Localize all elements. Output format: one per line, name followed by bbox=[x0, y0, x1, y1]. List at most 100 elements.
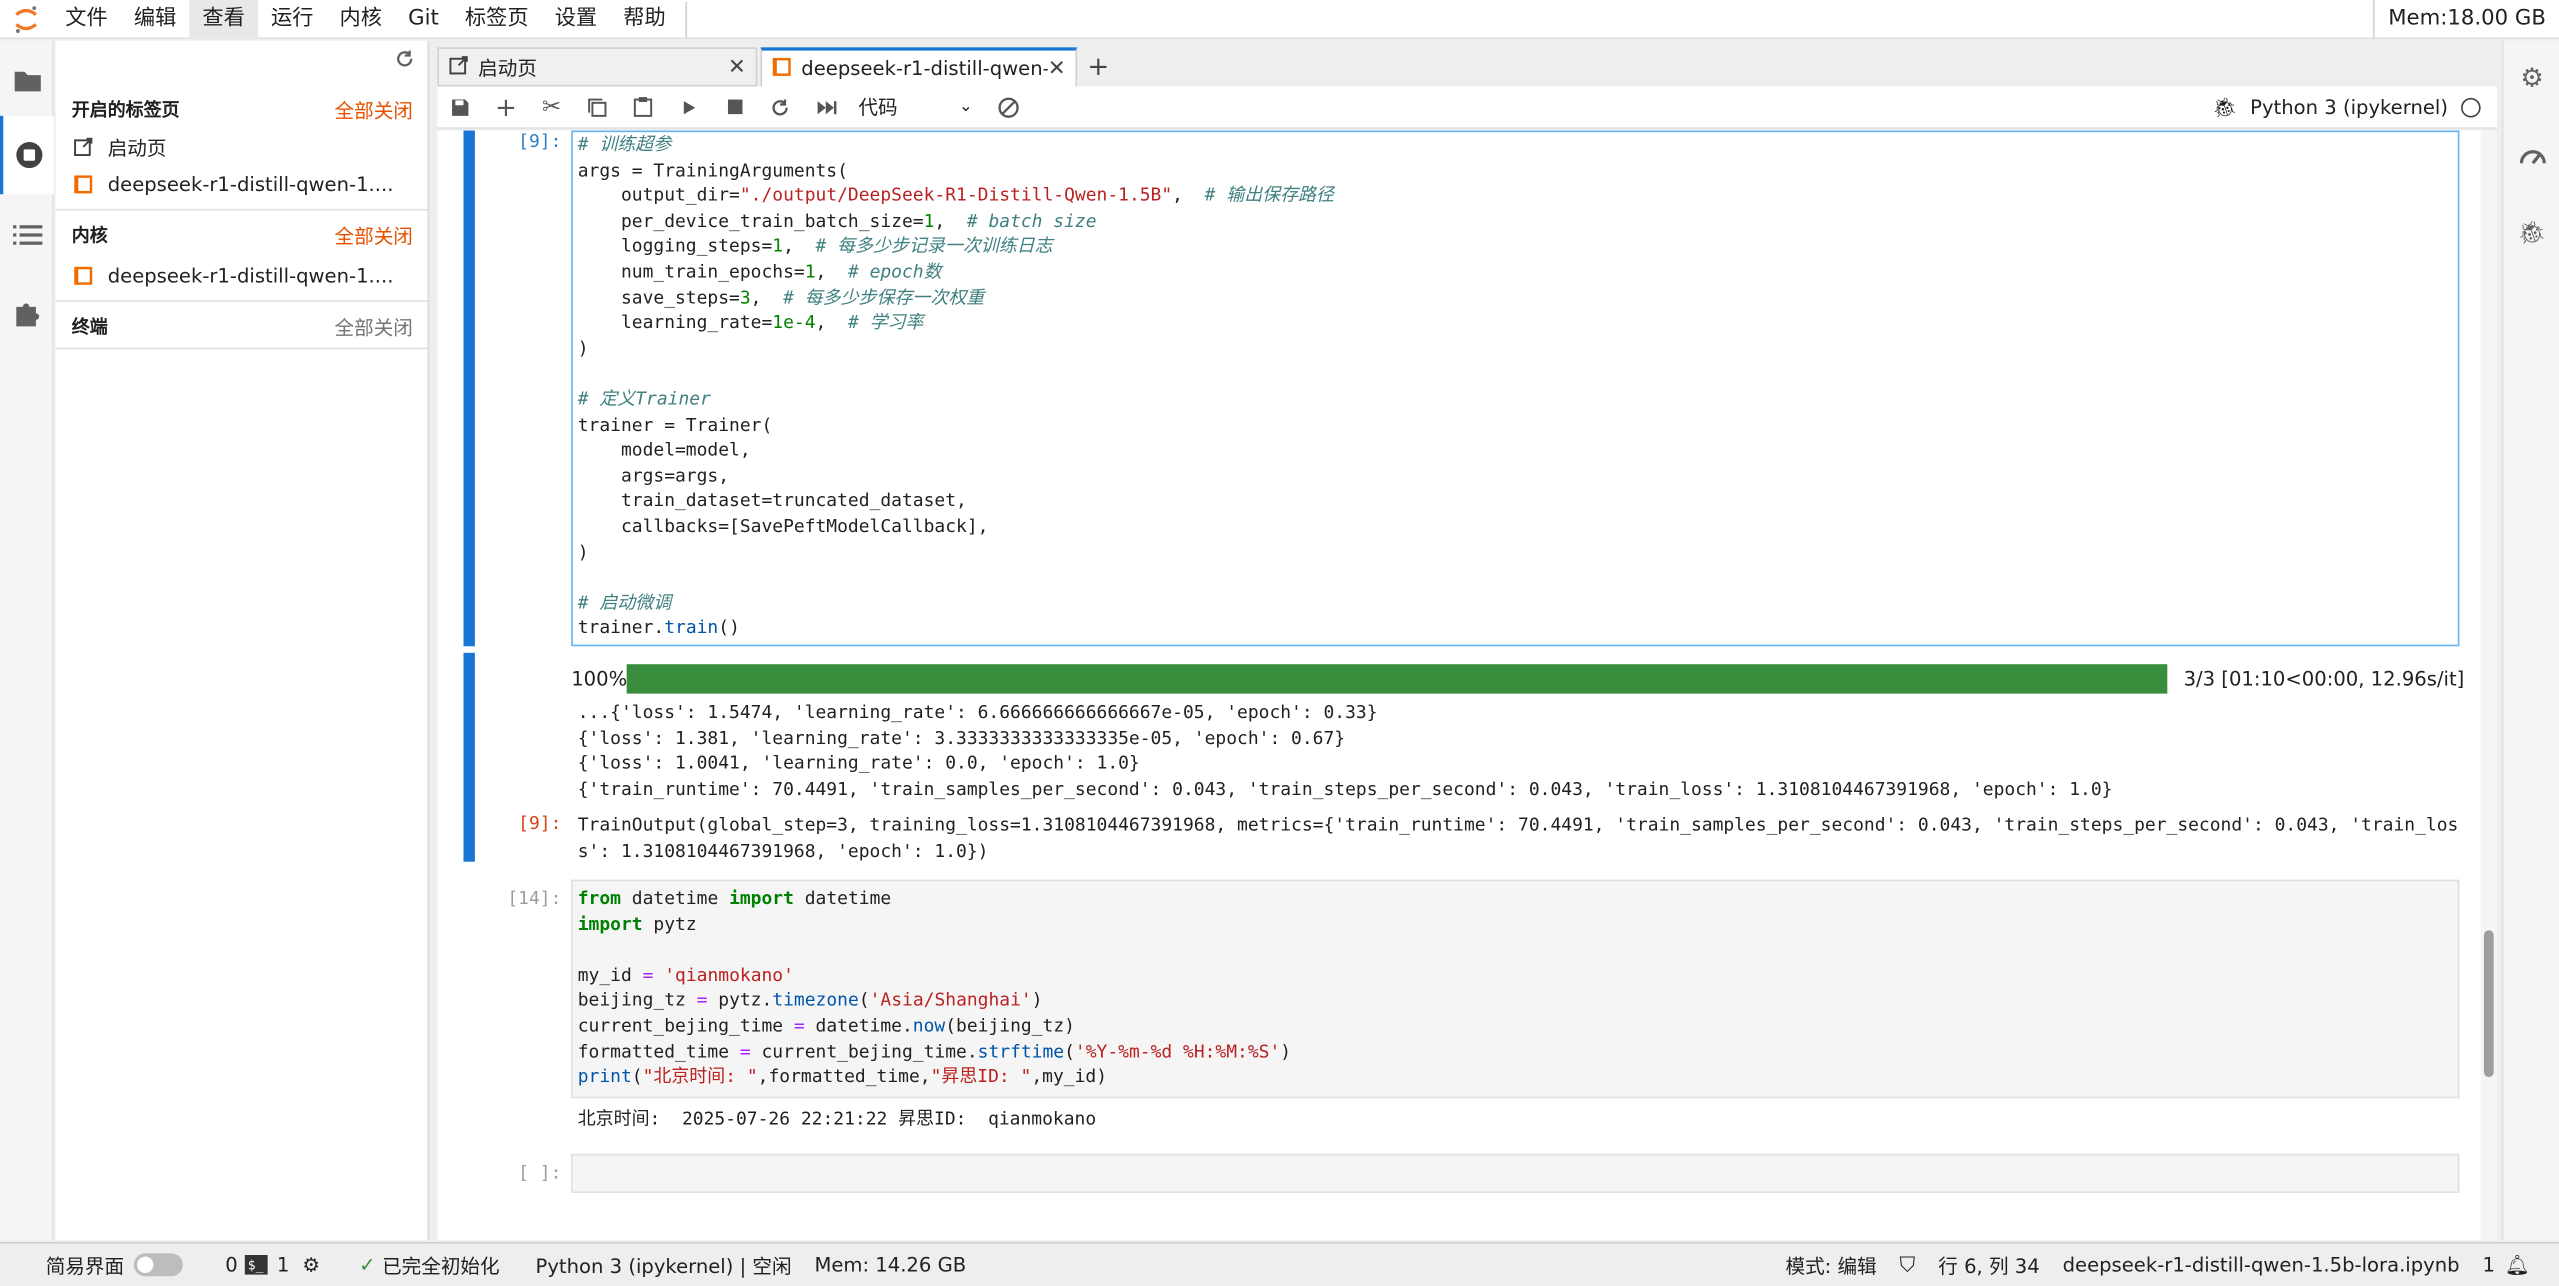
open-tab-item-notebook[interactable]: deepseek-r1-distill-qwen-1.... bbox=[55, 166, 429, 202]
gears-icon: ⚙ bbox=[2520, 61, 2544, 93]
notebook-icon bbox=[772, 56, 792, 80]
scrollbar-thumb[interactable] bbox=[2483, 930, 2494, 1078]
code-editor-cell-9[interactable]: # 训练超参 args = TrainingArguments( output_… bbox=[571, 130, 2460, 647]
stop-icon bbox=[727, 99, 742, 115]
close-all-terminals-button[interactable]: 全部关闭 bbox=[335, 313, 413, 341]
shutdown-all-kernels-button[interactable]: 全部关闭 bbox=[335, 221, 413, 249]
cell-14-output: 北京时间: 2025-07-26 22:21:22 昇思ID: qianmoka… bbox=[577, 1108, 1097, 1130]
launch-icon bbox=[72, 135, 95, 158]
bell-icon[interactable]: 🔔︎ bbox=[2505, 1253, 2530, 1276]
debugger-button[interactable]: 🐞︎ bbox=[2503, 197, 2559, 269]
train-output-result: TrainOutput(global_step=3, training_loss… bbox=[578, 813, 2459, 864]
lsp-status[interactable]: ✓ 已完全初始化 bbox=[359, 1251, 499, 1279]
interrupt-button[interactable] bbox=[712, 87, 758, 126]
notebook-icon bbox=[72, 173, 95, 196]
resource-monitor-button[interactable] bbox=[2503, 119, 2559, 191]
menu-file[interactable]: 文件 bbox=[52, 0, 121, 38]
property-inspector-button[interactable]: ⚙ bbox=[2503, 41, 2559, 113]
menu-git[interactable]: Git bbox=[395, 0, 452, 38]
running-sessions-button[interactable] bbox=[0, 115, 54, 195]
refresh-icon[interactable] bbox=[395, 49, 415, 73]
kernel-status[interactable]: Python 3 (ipykernel) | 空闲 bbox=[536, 1251, 792, 1279]
menu-view[interactable]: 查看 bbox=[189, 0, 258, 39]
run-button[interactable] bbox=[666, 87, 712, 126]
kernels-header: 内核 bbox=[71, 225, 108, 247]
insert-cell-button[interactable]: + bbox=[483, 87, 529, 126]
open-tab-label: 启动页 bbox=[107, 136, 167, 160]
git-diff-button[interactable] bbox=[986, 87, 1032, 126]
input-prompt: [ ]: bbox=[518, 1161, 562, 1184]
section-divider bbox=[55, 208, 430, 211]
kernel-count-value: 1 bbox=[276, 1253, 290, 1277]
terminals-section: 终端 全部关闭 bbox=[55, 307, 429, 346]
menu-edit[interactable]: 编辑 bbox=[121, 0, 190, 38]
memory-indicator: Mem:18.00 GB bbox=[2373, 0, 2559, 40]
copy-button[interactable] bbox=[574, 87, 620, 126]
restart-run-all-button[interactable] bbox=[803, 87, 849, 126]
notification-count[interactable]: 1 bbox=[2482, 1253, 2494, 1276]
terminals-header: 终端 bbox=[71, 316, 108, 338]
add-tab-button[interactable]: + bbox=[1080, 47, 1116, 83]
menu-help[interactable]: 帮助 bbox=[610, 0, 679, 38]
cell-type-select[interactable]: 代码 ⌄ bbox=[858, 91, 972, 124]
paste-button[interactable] bbox=[620, 87, 666, 126]
simple-mode-toggle[interactable]: 简易界面 bbox=[46, 1251, 183, 1279]
output-prompt: [9]: bbox=[518, 812, 562, 834]
extension-manager-button[interactable] bbox=[0, 274, 54, 352]
check-icon: ✓ bbox=[359, 1253, 376, 1277]
active-cell-indicator bbox=[463, 130, 475, 647]
notebook-panel: [9]: ⧉ ↑ ↓ ⤒ ⤓ 🗑︎ # 训练超参 args = Training… bbox=[437, 130, 2497, 1241]
status-bar-right: 模式: 编辑 ⛉ 行 6, 列 34 deepseek-r1-distill-q… bbox=[1763, 1251, 2559, 1279]
lsp-status-text: 已完全初始化 bbox=[382, 1254, 500, 1278]
bug-icon[interactable]: 🐞︎ bbox=[2212, 96, 2237, 119]
kernel-item-notebook[interactable]: deepseek-r1-distill-qwen-1.... bbox=[55, 258, 429, 294]
folder-icon bbox=[13, 71, 40, 92]
cut-button[interactable]: ✂ bbox=[529, 87, 575, 126]
file-name: deepseek-r1-distill-qwen-1.5b-lora.ipynb bbox=[2062, 1253, 2460, 1277]
toggle-switch[interactable] bbox=[133, 1253, 183, 1277]
simple-mode-label: 简易界面 bbox=[45, 1254, 125, 1278]
close-icon[interactable]: ✕ bbox=[728, 55, 746, 79]
section-divider bbox=[55, 300, 430, 302]
menu-kernel[interactable]: 内核 bbox=[327, 0, 396, 38]
puzzle-icon bbox=[15, 303, 39, 327]
kernel-name[interactable]: Python 3 (ipykernel) bbox=[2250, 96, 2448, 119]
jupyterlab-window: 文件 编辑 查看 运行 内核 Git 标签页 设置 帮助 Mem:18.00 G… bbox=[0, 0, 2559, 1286]
open-tab-item-launcher[interactable]: 启动页 bbox=[55, 129, 429, 165]
restart-icon bbox=[772, 98, 788, 115]
file-browser-button[interactable] bbox=[0, 41, 54, 119]
table-of-contents-button[interactable] bbox=[0, 196, 54, 274]
jupyter-logo-icon bbox=[0, 0, 52, 38]
play-icon bbox=[683, 100, 696, 114]
menu-settings[interactable]: 设置 bbox=[542, 0, 611, 38]
restart-button[interactable] bbox=[757, 87, 803, 126]
training-progress: 100% 3/3 [01:10<00:00, 12.96s/it] bbox=[571, 663, 2464, 696]
open-tabs-header: 开启的标签页 bbox=[71, 99, 180, 121]
tab-notebook[interactable]: deepseek-r1-distill-qwen-1.5 ✕ bbox=[760, 47, 1078, 87]
code-editor-cell-14[interactable]: from datetime import datetime import pyt… bbox=[571, 879, 2460, 1099]
log-line: ...{'loss': 1.5474, 'learning_rate': 6.6… bbox=[577, 701, 1378, 723]
refresh-circle-icon bbox=[998, 96, 1019, 118]
open-tab-label: deepseek-r1-distill-qwen-1.... bbox=[107, 172, 394, 196]
kernel-indicator: 🐞︎ Python 3 (ipykernel) bbox=[2212, 86, 2481, 128]
save-button[interactable] bbox=[437, 87, 483, 126]
close-icon[interactable]: ✕ bbox=[1048, 56, 1066, 80]
notebook-scrollbar[interactable] bbox=[2480, 130, 2497, 1241]
close-all-tabs-button[interactable]: 全部关闭 bbox=[335, 95, 413, 123]
fast-forward-icon bbox=[816, 100, 836, 114]
kernel-label: deepseek-r1-distill-qwen-1.... bbox=[107, 264, 394, 288]
cursor-position[interactable]: 行 6, 列 34 bbox=[1938, 1251, 2039, 1279]
shield-icon[interactable]: ⛉ bbox=[1899, 1253, 1915, 1277]
scissors-icon: ✂ bbox=[542, 93, 562, 120]
code-editor-empty-cell[interactable] bbox=[571, 1153, 2460, 1193]
result-line: s': 1.3108104467391968, 'epoch': 1.0}) bbox=[577, 839, 989, 862]
menu-tabs[interactable]: 标签页 bbox=[452, 0, 542, 38]
tab-launcher[interactable]: 启动页 ✕ bbox=[437, 47, 758, 87]
terminal-count[interactable]: 0 $_ 1 ⚙ bbox=[225, 1253, 320, 1276]
result-line: TrainOutput(global_step=3, training_loss… bbox=[577, 814, 2459, 836]
kernel-gear-icon: ⚙ bbox=[302, 1253, 320, 1277]
menu-run[interactable]: 运行 bbox=[258, 0, 327, 38]
terminal-count-value: 0 bbox=[225, 1253, 238, 1277]
bug-icon: 🐞︎ bbox=[2517, 220, 2547, 247]
left-activity-bar bbox=[0, 40, 54, 1241]
